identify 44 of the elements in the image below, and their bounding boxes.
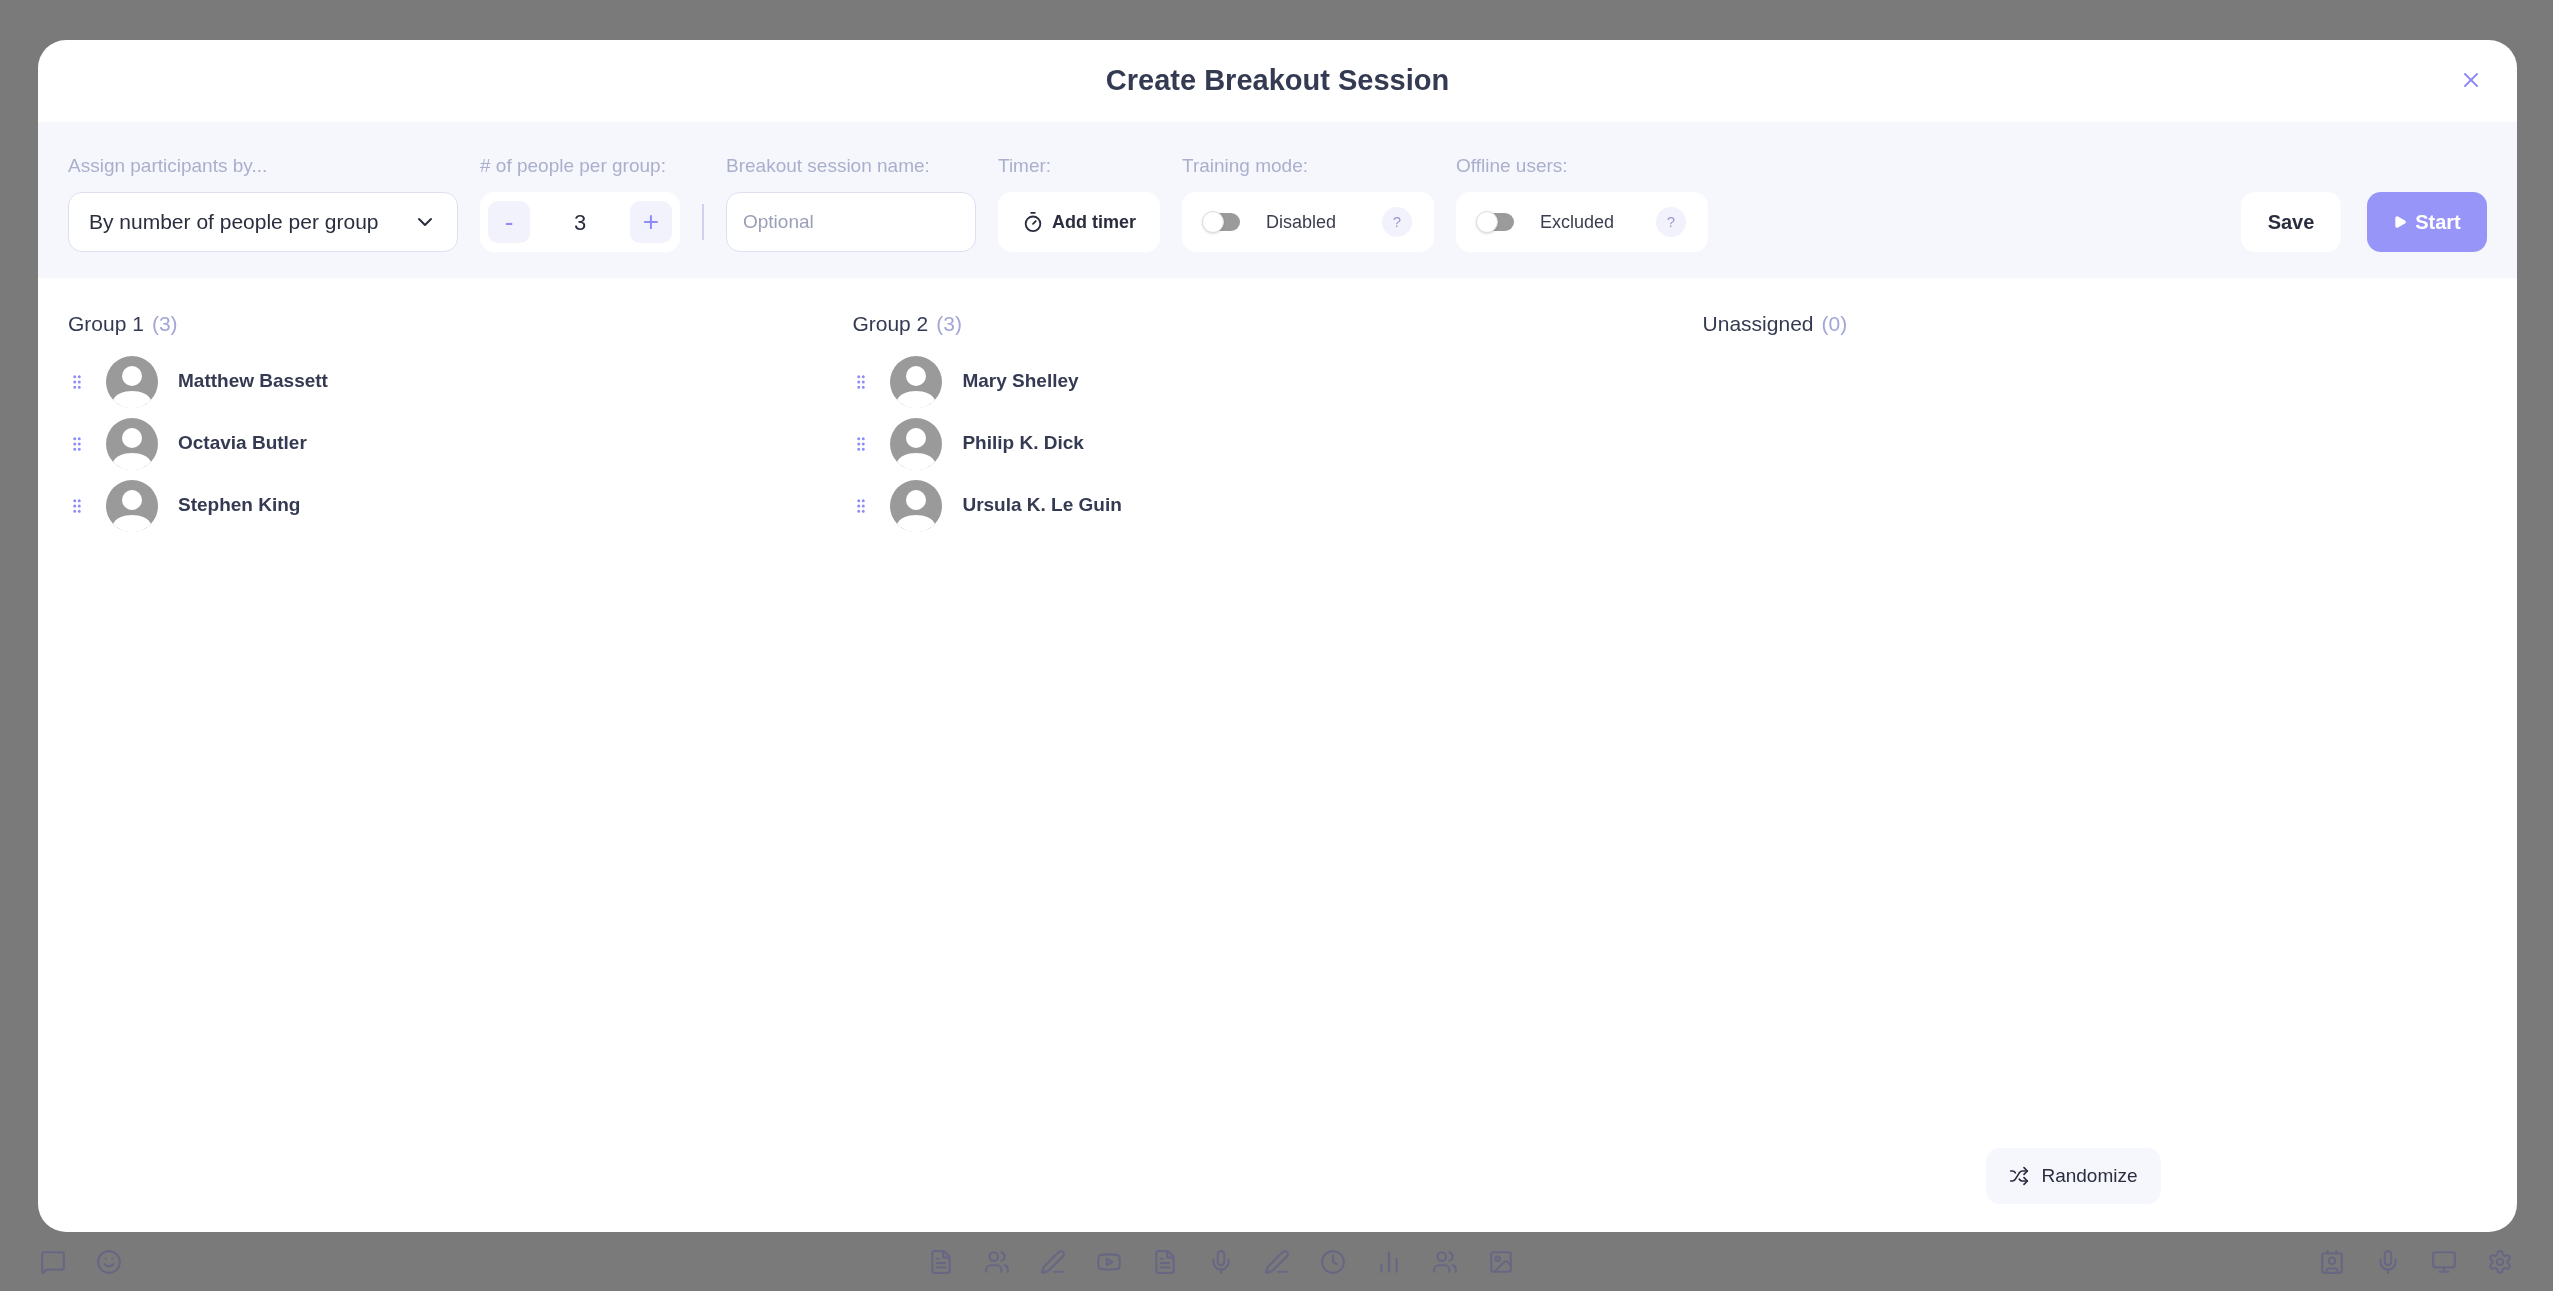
avatar-icon (106, 479, 158, 532)
participant-name: Stephen King (178, 493, 301, 518)
toggle-switch[interactable] (1204, 213, 1240, 231)
group-title: Group 2 (852, 311, 929, 337)
participant-name: Matthew Bassett (178, 369, 328, 394)
participant-row[interactable]: Mary Shelley (852, 355, 1703, 408)
avatar-icon (890, 417, 943, 470)
avatar-icon (106, 417, 158, 470)
participant-name: Ursula K. Le Guin (962, 493, 1122, 518)
field-label: # of people per group: (480, 153, 667, 178)
dialog-title: Create Breakout Session (1105, 63, 1450, 99)
avatar-icon (890, 479, 943, 532)
add-timer-button[interactable]: Add timer (998, 192, 1160, 252)
field-label: Breakout session name: (726, 153, 931, 178)
participant-name: Octavia Butler (178, 431, 307, 456)
play-icon (2393, 215, 2408, 229)
randomize-button[interactable]: Randomize (1986, 1148, 2161, 1204)
field-label: Assign participants by... (68, 153, 269, 178)
group-title: Unassigned (1702, 311, 1814, 337)
field-label: Training mode: (1182, 153, 1310, 178)
field-label: Timer: (998, 153, 1053, 178)
people-count: 3 (573, 208, 587, 237)
toggle-state: Disabled (1266, 210, 1338, 234)
participant-row[interactable]: Philip K. Dick (852, 417, 1703, 470)
participant-row[interactable]: Stephen King (68, 479, 853, 532)
stopwatch-icon (1022, 211, 1044, 233)
participant-row[interactable]: Octavia Butler (68, 417, 853, 470)
participant-name: Philip K. Dick (962, 431, 1084, 456)
shuffle-icon (2009, 1166, 2030, 1186)
avatar-icon (106, 355, 158, 408)
toggle-state: Excluded (1540, 210, 1616, 234)
group-count: (3) (151, 311, 178, 337)
group-title: Group 1 (68, 311, 144, 337)
assign-dropdown[interactable]: By number of people per group (68, 192, 458, 252)
participant-row[interactable]: Ursula K. Le Guin (852, 479, 1703, 532)
participant-name: Mary Shelley (962, 369, 1079, 394)
participant-row[interactable]: Matthew Bassett (68, 355, 853, 408)
group-count: (3) (936, 311, 962, 337)
avatar-icon (890, 355, 943, 408)
toggle-switch[interactable] (1478, 213, 1514, 231)
session-name-input[interactable]: Optional (726, 192, 976, 252)
save-button[interactable]: Save (2241, 192, 2341, 252)
field-label: Offline users: (1456, 153, 1569, 178)
group-count: (0) (1821, 311, 1848, 337)
